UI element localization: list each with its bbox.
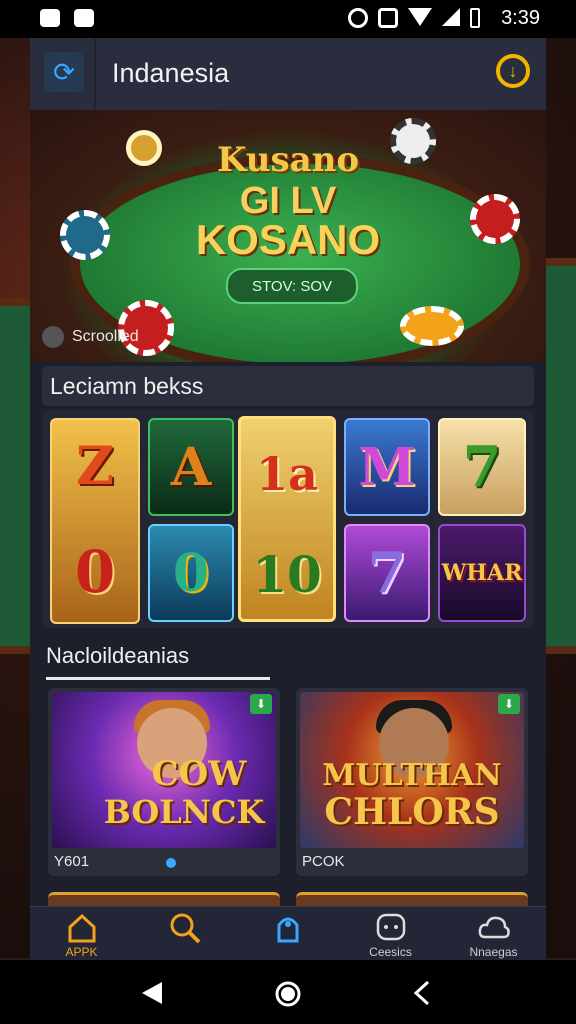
app-header: ⟳ Indanesia ↓ [30,38,546,110]
slot-tile[interactable]: 1a 10 [238,416,336,622]
notification-icon [40,9,60,27]
game-card-caption: Y601 [54,853,90,870]
home-circle-icon[interactable] [274,980,302,1008]
page-title: Indanesia [112,58,230,88]
game-card-title-line2: CHLORS [324,791,500,833]
hero-cta-button[interactable]: STOV: SOV [226,268,358,304]
nav-item-home[interactable]: APPK [30,907,133,961]
slot-tile[interactable]: M [344,418,430,516]
section-header-games: Nacloildeanias [42,636,534,680]
nav-item-trophy[interactable] [236,907,339,967]
wifi-icon [408,8,432,26]
hero-title-line1: Kusano [216,140,360,180]
slot-tile[interactable]: 0 [148,524,234,622]
signal-icon [442,8,460,26]
alarm-icon [348,8,368,28]
nav-item-cloud[interactable]: Nnaegas [442,907,545,961]
nav-item-chat[interactable]: Ceesics [339,907,442,961]
nav-label: Nnaegas [469,945,518,959]
bottom-navigation: APPK Ceesics Nnaegas [30,906,546,967]
hero-banner[interactable]: Kusano GI LV KOSANO STOV: SOV Scroolled [30,110,546,362]
nfc-icon [378,8,398,28]
section-title: Nacloildeanias [46,643,190,668]
indicator-dot [166,858,176,868]
status-bar: 3:39 [0,0,576,38]
slot-tile[interactable]: WHAR [438,524,526,622]
game-notification-icon [74,9,94,27]
hero-title-line3: KOSANO [195,216,381,263]
timer-button[interactable]: ↓ [496,54,530,88]
chat-icon [376,913,405,941]
game-card-caption: PCOK [302,853,345,870]
game-card-title-line1: MULTHAN [322,758,502,793]
trophy-icon [277,917,298,943]
search-icon [170,913,200,944]
game-card[interactable]: ⬇ MULTHAN CHLORS PCOK [296,688,528,876]
cloud-icon [478,916,510,939]
system-navigation-bar [0,960,576,1024]
back-triangle-icon[interactable] [140,980,164,1006]
game-card-title-line1: COW [151,754,247,794]
download-icon[interactable]: ⬇ [250,694,272,714]
nav-label: APPK [65,945,98,959]
download-icon[interactable]: ⬇ [498,694,520,714]
hero-tag: Scroolled [42,326,139,348]
section-underline [46,677,270,680]
game-card[interactable]: ⬇ COW BOLNCK Y601 [48,688,280,876]
refresh-icon: ⟳ [53,56,75,87]
nav-label: Ceesics [369,945,412,959]
clock-icon: ↓ [508,60,518,81]
battery-icon [470,8,480,28]
info-icon [42,326,64,348]
slot-tile[interactable]: A [148,418,234,516]
hero-tag-label: Scroolled [72,328,139,345]
home-icon [68,913,95,943]
poker-chip [400,306,464,346]
slot-tile[interactable]: 7 [438,418,526,516]
nav-item-search[interactable] [133,907,236,961]
slots-grid: Z 0 A 1a 10 M 7 0 7 WHAR [42,410,534,628]
refresh-button[interactable]: ⟳ [44,52,84,92]
clock: 3:39 [501,7,540,29]
section-header-slots: Leciamn bekss [42,366,534,406]
slot-tile[interactable]: Z 0 [50,418,140,624]
game-card-title-line2: BOLNCK [103,793,265,831]
back-chevron-icon[interactable] [412,980,432,1006]
slot-tile[interactable]: 7 [344,524,430,622]
